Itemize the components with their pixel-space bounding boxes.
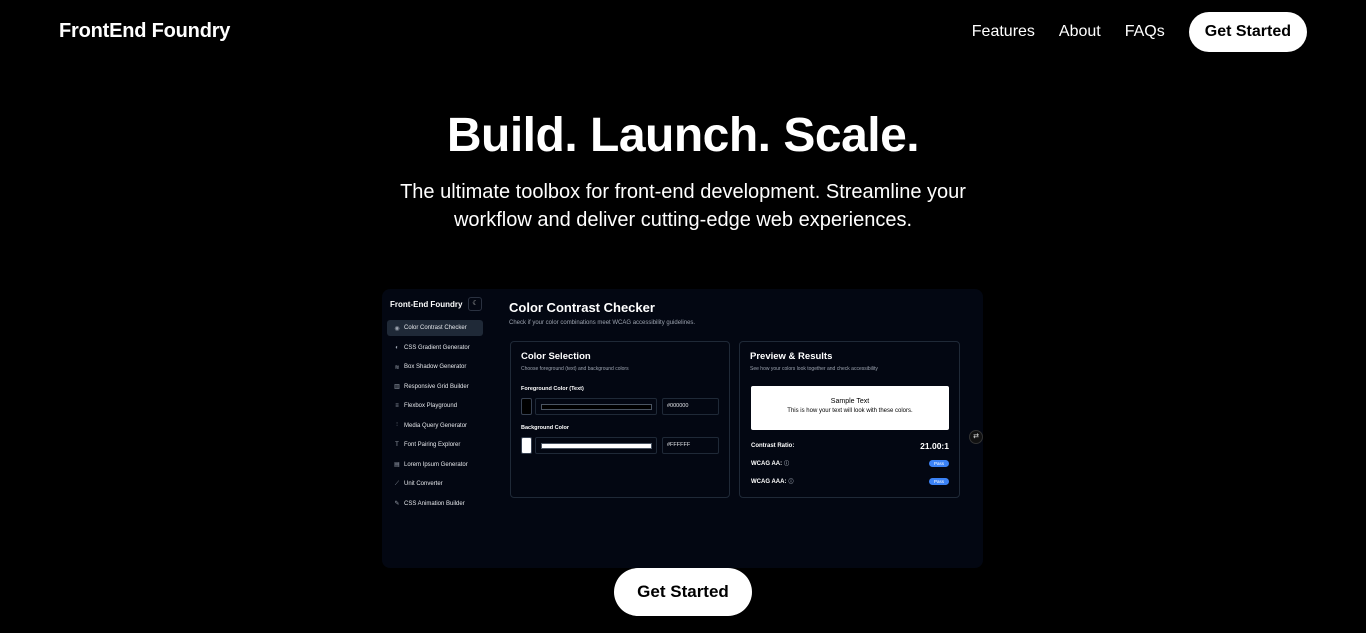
eye-icon: ◉ bbox=[394, 325, 400, 332]
card-description: Choose foreground (text) and background … bbox=[521, 366, 629, 372]
preview-brand: Front-End Foundry ☾ bbox=[390, 297, 483, 311]
sidebar-item-flexbox-playground[interactable]: ≡ Flexbox Playground bbox=[387, 398, 483, 414]
wcag-aaa-row: WCAG AAA: ⓘ Pass bbox=[751, 478, 949, 485]
sidebar-item-css-gradient-generator[interactable]: ◐ CSS Gradient Generator bbox=[387, 340, 483, 356]
nav-link-about[interactable]: About bbox=[1059, 23, 1101, 41]
wcag-aaa-label: WCAG AAA: bbox=[751, 479, 787, 485]
app-preview: Front-End Foundry ☾ ◉ Color Contrast Che… bbox=[382, 289, 983, 568]
sidebar-item-lorem-ipsum-generator[interactable]: ▤ Lorem Ipsum Generator bbox=[387, 457, 483, 473]
tool-title: Color Contrast Checker bbox=[509, 300, 655, 315]
results-card: Preview & Results See how your colors lo… bbox=[739, 341, 960, 498]
sidebar-item-label: Color Contrast Checker bbox=[404, 325, 467, 331]
swap-icon[interactable]: ⇄ bbox=[969, 430, 983, 444]
hero-subtitle: The ultimate toolbox for front-end devel… bbox=[0, 178, 1366, 234]
sidebar-item-label: Box Shadow Generator bbox=[404, 364, 467, 370]
preview-sidebar: ◉ Color Contrast Checker ◐ CSS Gradient … bbox=[387, 320, 483, 515]
sample-body: This is how your text will look with the… bbox=[787, 408, 913, 414]
background-label: Background Color bbox=[521, 425, 569, 431]
hero-title: Build. Launch. Scale. bbox=[446, 109, 920, 162]
info-icon[interactable]: ⓘ bbox=[788, 479, 793, 485]
document-icon: ▤ bbox=[394, 462, 400, 468]
nav-get-started-button[interactable]: Get Started bbox=[1188, 12, 1307, 52]
sidebar-item-responsive-grid-builder[interactable]: ▥ Responsive Grid Builder bbox=[387, 379, 483, 395]
sidebar-item-label: Font Pairing Explorer bbox=[404, 442, 461, 448]
background-hex-input[interactable]: #FFFFFF bbox=[662, 437, 719, 454]
foreground-label: Foreground Color (Text) bbox=[521, 386, 584, 392]
sidebar-item-font-pairing-explorer[interactable]: T Font Pairing Explorer bbox=[387, 437, 483, 453]
sidebar-item-label: Media Query Generator bbox=[404, 422, 468, 429]
sidebar-item-label: Responsive Grid Builder bbox=[404, 383, 469, 390]
sample-preview: Sample Text This is how your text will l… bbox=[751, 386, 949, 430]
tool-description: Check if your color combinations meet WC… bbox=[509, 320, 696, 326]
foreground-hex-input[interactable]: #000000 bbox=[662, 398, 719, 415]
card-description: See how your colors look together and ch… bbox=[750, 366, 878, 372]
sidebar-item-label: CSS Gradient Generator bbox=[404, 344, 470, 351]
foreground-color-bar bbox=[541, 404, 652, 410]
align-icon: ≡ bbox=[395, 403, 399, 409]
wcag-aa-badge: Pass bbox=[928, 460, 949, 467]
background-swatch[interactable] bbox=[521, 437, 532, 454]
sidebar-item-css-animation-builder[interactable]: ✎ CSS Animation Builder bbox=[387, 496, 483, 512]
foreground-swatch[interactable] bbox=[521, 398, 532, 415]
sidebar-item-label: Unit Converter bbox=[404, 481, 443, 487]
nav-link-features[interactable]: Features bbox=[972, 23, 1035, 41]
contrast-ratio-row: Contrast Ratio: 21.00:1 bbox=[751, 441, 949, 451]
contrast-ratio-value: 21.00:1 bbox=[920, 441, 949, 451]
palette-icon: ◐ bbox=[395, 344, 399, 351]
nav-menu: Features About FAQs Get Started bbox=[972, 12, 1307, 52]
sidebar-item-label: Lorem Ipsum Generator bbox=[404, 461, 468, 468]
sidebar-item-label: Flexbox Playground bbox=[404, 403, 458, 409]
sidebar-item-color-contrast-checker[interactable]: ◉ Color Contrast Checker bbox=[387, 320, 483, 336]
hero-subtitle-line-1: The ultimate toolbox for front-end devel… bbox=[400, 181, 966, 203]
preview-brand-label: Front-End Foundry bbox=[390, 299, 463, 309]
hero-subtitle-line-2: workflow and deliver cutting-edge web ex… bbox=[453, 209, 913, 231]
background-color-bar bbox=[541, 443, 652, 449]
ruler-icon: ⟋ bbox=[394, 480, 400, 487]
wcag-aaa-badge: Pass bbox=[928, 478, 949, 485]
sidebar-item-box-shadow-generator[interactable]: ≋ Box Shadow Generator bbox=[387, 359, 483, 375]
nav-link-faqs[interactable]: FAQs bbox=[1125, 23, 1165, 41]
contrast-ratio-label: Contrast Ratio: bbox=[751, 443, 795, 449]
wcag-aa-label: WCAG AA: bbox=[751, 461, 783, 467]
sidebar-item-media-query-generator[interactable]: ⫶ Media Query Generator bbox=[387, 418, 483, 434]
pen-icon: ✎ bbox=[394, 501, 400, 507]
layers-icon: ≋ bbox=[394, 364, 400, 371]
card-title: Color Selection bbox=[521, 351, 591, 362]
background-picker[interactable] bbox=[535, 437, 657, 454]
card-title: Preview & Results bbox=[750, 351, 833, 362]
wcag-aa-label-wrap: WCAG AA: ⓘ bbox=[751, 460, 789, 467]
info-icon[interactable]: ⓘ bbox=[784, 461, 789, 467]
type-icon: T bbox=[395, 442, 399, 448]
color-selection-card: Color Selection Choose foreground (text)… bbox=[510, 341, 730, 498]
sliders-icon: ⫶ bbox=[396, 422, 398, 428]
get-started-button[interactable]: Get Started bbox=[614, 568, 752, 616]
moon-icon[interactable]: ☾ bbox=[468, 297, 483, 311]
wcag-aaa-label-wrap: WCAG AAA: ⓘ bbox=[751, 478, 793, 485]
foreground-picker[interactable] bbox=[535, 398, 657, 415]
sidebar-item-unit-converter[interactable]: ⟋ Unit Converter bbox=[387, 476, 483, 492]
sample-title: Sample Text bbox=[830, 398, 870, 405]
brand-logo[interactable]: FrontEnd Foundry bbox=[59, 20, 230, 43]
grid-icon: ▥ bbox=[394, 384, 400, 390]
sidebar-item-label: CSS Animation Builder bbox=[404, 500, 465, 507]
wcag-aa-row: WCAG AA: ⓘ Pass bbox=[751, 460, 949, 467]
